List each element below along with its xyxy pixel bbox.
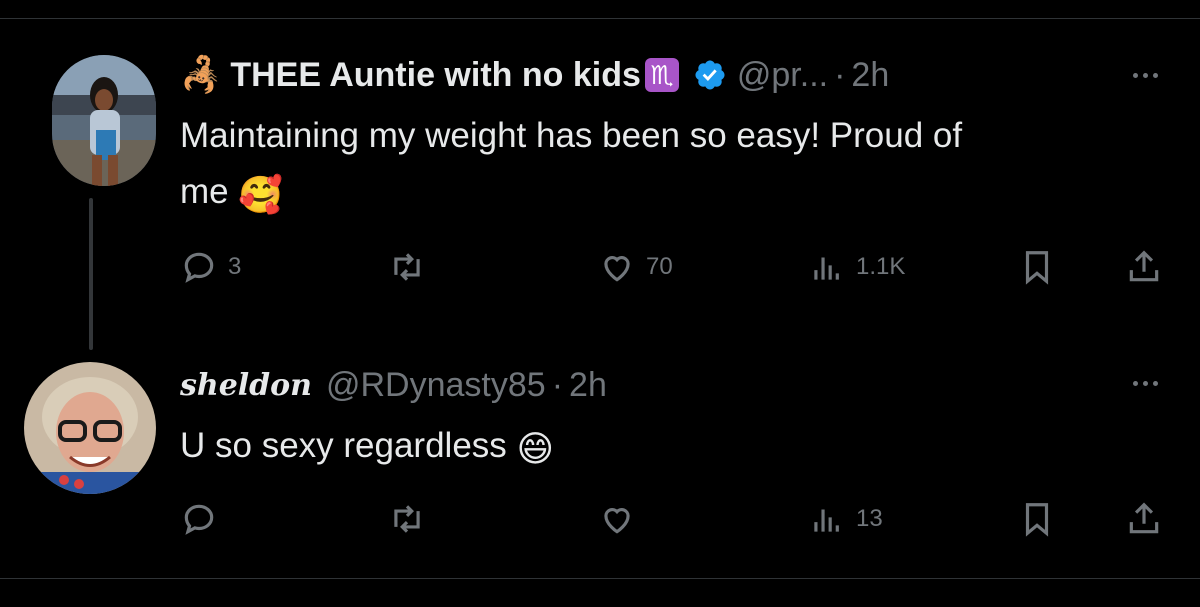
thread-line (89, 198, 93, 350)
top-divider (0, 18, 1200, 19)
like-icon (604, 256, 630, 282)
bookmark-button[interactable] (1018, 500, 1056, 538)
grinning-emoji: 😄 (516, 428, 555, 469)
share-button[interactable] (1125, 500, 1163, 538)
avatar-auntie[interactable] (52, 55, 156, 186)
tweet2-text: U so sexy regardless 😄 (180, 418, 554, 477)
tweet1-text: Maintaining my weight has been so easy! … (180, 108, 962, 223)
bookmark-button[interactable] (1018, 248, 1056, 286)
retweet-button[interactable] (388, 500, 426, 538)
tweet2-line: U so sexy regardless (180, 426, 507, 465)
like-icon (604, 508, 630, 534)
views-count: 1.1K (856, 253, 906, 280)
reply-icon (184, 504, 214, 535)
display-name[interactable]: THEE Auntie with no kids (230, 56, 641, 95)
like-button[interactable] (598, 500, 636, 538)
handle[interactable]: @pr... (737, 56, 828, 95)
retweet-button[interactable] (388, 248, 426, 286)
display-name[interactable]: sheldon (180, 368, 312, 403)
like-button[interactable]: 70 (598, 248, 673, 286)
bookmark-icon (1025, 251, 1049, 285)
bottom-divider (0, 578, 1200, 579)
avatar-sheldon[interactable] (24, 362, 156, 494)
more-icon[interactable] (1133, 73, 1158, 78)
retweet-icon (394, 505, 420, 533)
share-button[interactable] (1125, 248, 1163, 286)
like-count: 70 (646, 253, 673, 280)
scorpion-emoji: 🦂 (180, 56, 223, 94)
tweet1-line1: Maintaining my weight has been so easy! … (180, 116, 963, 155)
timestamp[interactable]: 2h (851, 56, 889, 95)
bookmark-icon (1025, 503, 1049, 537)
more-icon[interactable] (1133, 381, 1158, 386)
retweet-icon (394, 253, 420, 281)
views-button[interactable]: 13 (808, 500, 883, 538)
tweet2-actions: 13 (180, 500, 1170, 540)
views-icon (814, 257, 839, 280)
share-icon (1129, 502, 1159, 534)
separator-dot: · (834, 55, 846, 94)
scorpio-sign-icon: ♏ (644, 58, 679, 92)
tweet1-actions: 3 70 1.1K (180, 248, 1170, 288)
tweet1-header: 🦂 THEE Auntie with no kids ♏ @pr... · 2h (180, 52, 889, 98)
reply-count: 3 (228, 253, 242, 280)
reply-button[interactable] (180, 500, 218, 538)
views-button[interactable]: 1.1K (808, 248, 905, 286)
reply-icon (184, 252, 214, 283)
smiling-hearts-emoji: 🥰 (238, 174, 284, 215)
reply-button[interactable]: 3 (180, 248, 241, 286)
views-icon (814, 509, 839, 532)
views-count: 13 (856, 505, 883, 532)
handle[interactable]: @RDynasty85 (326, 366, 546, 405)
separator-dot: · (551, 365, 564, 404)
tweet1-line2: me (180, 172, 229, 211)
timestamp[interactable]: 2h (569, 366, 607, 405)
verified-badge-icon (695, 60, 725, 90)
tweet2-header: sheldon @RDynasty85 · 2h (180, 362, 607, 408)
share-icon (1129, 250, 1159, 282)
